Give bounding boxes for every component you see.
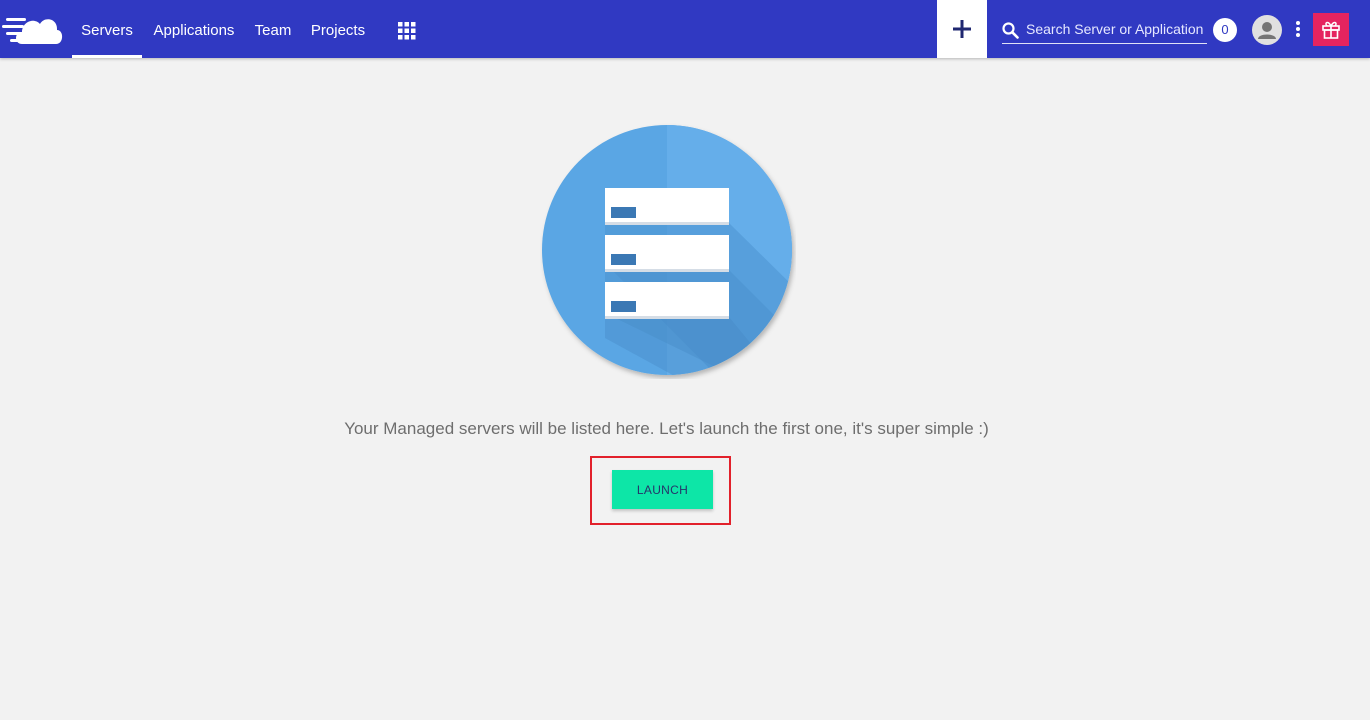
nav-team[interactable]: Team bbox=[250, 0, 296, 58]
servers-illustration bbox=[540, 123, 796, 379]
nav-servers[interactable]: Servers bbox=[72, 0, 142, 58]
grid-icon[interactable] bbox=[398, 22, 416, 40]
launch-button[interactable]: LAUNCH bbox=[612, 470, 713, 509]
plus-icon bbox=[953, 20, 971, 38]
search-bar bbox=[1002, 16, 1207, 44]
cloud-logo-icon[interactable] bbox=[2, 12, 64, 46]
search-input[interactable] bbox=[1026, 19, 1206, 39]
user-icon bbox=[1258, 22, 1276, 39]
add-button[interactable] bbox=[937, 0, 987, 58]
nav-projects[interactable]: Projects bbox=[306, 0, 370, 58]
search-icon bbox=[1002, 22, 1019, 39]
avatar[interactable] bbox=[1252, 15, 1282, 45]
nav-applications[interactable]: Applications bbox=[148, 0, 240, 58]
kebab-menu-icon[interactable] bbox=[1292, 20, 1304, 38]
gift-button[interactable] bbox=[1313, 13, 1349, 46]
notification-count-badge[interactable]: 0 bbox=[1213, 18, 1237, 42]
gift-icon bbox=[1322, 21, 1340, 39]
empty-state-message: Your Managed servers will be listed here… bbox=[344, 419, 989, 438]
top-navbar: Servers Applications Team Projects 0 bbox=[0, 0, 1370, 58]
